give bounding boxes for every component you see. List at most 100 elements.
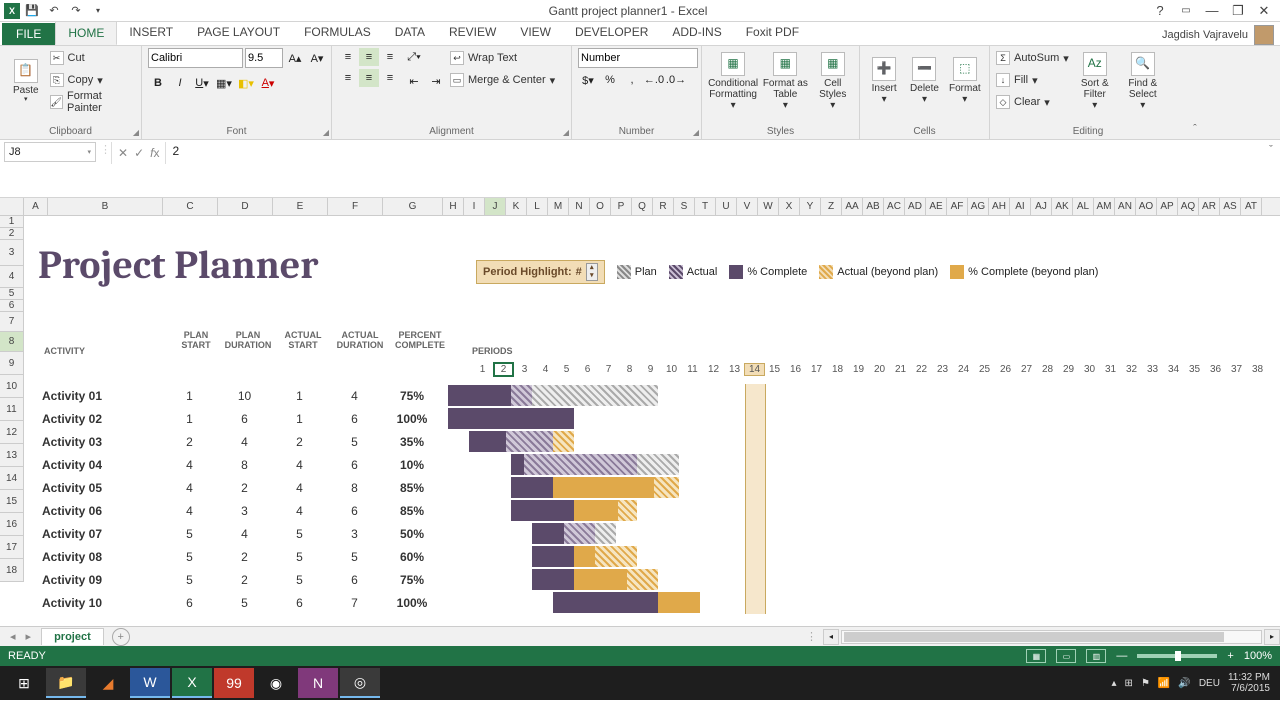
tab-add-ins[interactable]: ADD-INS: [660, 21, 733, 45]
period-header-20[interactable]: 20: [869, 364, 890, 375]
period-header-36[interactable]: 36: [1205, 364, 1226, 375]
period-header-23[interactable]: 23: [932, 364, 953, 375]
col-header-Q[interactable]: Q: [632, 198, 653, 215]
period-header-10[interactable]: 10: [661, 364, 682, 375]
col-header-AS[interactable]: AS: [1220, 198, 1241, 215]
select-all-corner[interactable]: [0, 198, 24, 215]
period-header-17[interactable]: 17: [806, 364, 827, 375]
col-header-M[interactable]: M: [548, 198, 569, 215]
row-header-7[interactable]: 7: [0, 312, 24, 332]
row-header-1[interactable]: 1: [0, 216, 24, 228]
avatar[interactable]: [1254, 25, 1274, 45]
row-header-16[interactable]: 16: [0, 513, 24, 536]
percent-complete-cell[interactable]: 75%: [382, 389, 442, 403]
tab-file[interactable]: FILE: [2, 23, 55, 45]
enter-formula-icon[interactable]: ✓: [134, 146, 144, 160]
row-header-5[interactable]: 5: [0, 288, 24, 300]
fill-button[interactable]: ↓Fill ▾: [996, 70, 1069, 90]
restore-icon[interactable]: ❐: [1228, 2, 1248, 20]
zoom-in-icon[interactable]: +: [1227, 650, 1233, 662]
plan-start-cell[interactable]: 4: [162, 481, 217, 495]
col-header-AO[interactable]: AO: [1136, 198, 1157, 215]
plan-start-cell[interactable]: 4: [162, 458, 217, 472]
delete-cells-button[interactable]: ➖Delete▾: [906, 48, 942, 114]
period-header-34[interactable]: 34: [1163, 364, 1184, 375]
col-header-AL[interactable]: AL: [1073, 198, 1094, 215]
col-header-P[interactable]: P: [611, 198, 632, 215]
taskbar-word-icon[interactable]: W: [130, 668, 170, 698]
tab-foxit-pdf[interactable]: Foxit PDF: [734, 21, 811, 45]
row-header-4[interactable]: 4: [0, 266, 24, 288]
tray-language[interactable]: DEU: [1199, 678, 1220, 689]
conditional-formatting-button[interactable]: ▦Conditional Formatting▾: [708, 48, 758, 114]
align-top-button[interactable]: ≡: [338, 48, 358, 66]
period-header-16[interactable]: 16: [785, 364, 806, 375]
percent-button[interactable]: %: [600, 71, 620, 89]
sheet-tab-project[interactable]: project: [41, 628, 104, 645]
close-icon[interactable]: ✕: [1254, 2, 1274, 20]
align-bottom-button[interactable]: ≡: [380, 48, 400, 66]
period-header-26[interactable]: 26: [995, 364, 1016, 375]
font-launcher-icon[interactable]: ◢: [323, 128, 329, 137]
actual-start-cell[interactable]: 1: [272, 389, 327, 403]
bold-button[interactable]: B: [148, 74, 168, 92]
find-select-button[interactable]: 🔍Find & Select▾: [1121, 48, 1165, 114]
period-header-27[interactable]: 27: [1016, 364, 1037, 375]
col-header-AE[interactable]: AE: [926, 198, 947, 215]
grow-font-icon[interactable]: A▴: [285, 49, 305, 67]
tab-formulas[interactable]: FORMULAS: [292, 21, 383, 45]
col-header-Z[interactable]: Z: [821, 198, 842, 215]
period-header-8[interactable]: 8: [619, 364, 640, 375]
zoom-slider[interactable]: [1137, 654, 1217, 658]
plan-start-cell[interactable]: 1: [162, 412, 217, 426]
border-button[interactable]: ▦▾: [214, 74, 234, 92]
tab-home[interactable]: HOME: [55, 21, 117, 45]
tab-review[interactable]: REVIEW: [437, 21, 508, 45]
percent-complete-cell[interactable]: 75%: [382, 573, 442, 587]
copy-button[interactable]: ⎘Copy ▾: [50, 70, 135, 90]
period-header-1[interactable]: 1: [472, 364, 493, 375]
row-header-12[interactable]: 12: [0, 421, 24, 444]
plan-start-cell[interactable]: 5: [162, 573, 217, 587]
activity-name[interactable]: Activity 07: [24, 527, 162, 541]
col-header-T[interactable]: T: [695, 198, 716, 215]
col-header-S[interactable]: S: [674, 198, 695, 215]
period-header-4[interactable]: 4: [535, 364, 556, 375]
taskbar-obs-icon[interactable]: ◎: [340, 668, 380, 698]
hscroll-right-icon[interactable]: ▸: [1264, 629, 1280, 645]
period-header-6[interactable]: 6: [577, 364, 598, 375]
period-header-32[interactable]: 32: [1121, 364, 1142, 375]
actual-start-cell[interactable]: 1: [272, 412, 327, 426]
plan-duration-cell[interactable]: 4: [217, 435, 272, 449]
row-header-14[interactable]: 14: [0, 467, 24, 490]
col-header-AM[interactable]: AM: [1094, 198, 1115, 215]
percent-complete-cell[interactable]: 85%: [382, 504, 442, 518]
view-normal-icon[interactable]: ▦: [1026, 649, 1046, 663]
sort-filter-button[interactable]: AᴢSort & Filter▾: [1073, 48, 1117, 114]
col-header-F[interactable]: F: [328, 198, 383, 215]
add-sheet-button[interactable]: +: [112, 628, 130, 646]
col-header-AQ[interactable]: AQ: [1178, 198, 1199, 215]
plan-duration-cell[interactable]: 6: [217, 412, 272, 426]
formula-input[interactable]: 2: [166, 140, 1262, 197]
plan-duration-cell[interactable]: 10: [217, 389, 272, 403]
col-header-AJ[interactable]: AJ: [1031, 198, 1052, 215]
plan-duration-cell[interactable]: 3: [217, 504, 272, 518]
currency-button[interactable]: $▾: [578, 71, 598, 89]
plan-duration-cell[interactable]: 2: [217, 573, 272, 587]
taskbar-onenote-icon[interactable]: N: [298, 668, 338, 698]
sheet-nav-prev-icon[interactable]: ◂: [10, 630, 16, 643]
col-header-B[interactable]: B: [48, 198, 163, 215]
font-name-select[interactable]: [148, 48, 243, 68]
plan-start-cell[interactable]: 2: [162, 435, 217, 449]
col-header-D[interactable]: D: [218, 198, 273, 215]
period-header-22[interactable]: 22: [911, 364, 932, 375]
cell-styles-button[interactable]: ▦Cell Styles▾: [812, 48, 853, 114]
plan-duration-cell[interactable]: 5: [217, 596, 272, 610]
expand-formula-bar-icon[interactable]: ˇ: [1262, 140, 1280, 156]
tray-clock[interactable]: 11:32 PM 7/6/2015: [1228, 672, 1270, 694]
actual-start-cell[interactable]: 5: [272, 550, 327, 564]
col-header-A[interactable]: A: [24, 198, 48, 215]
align-left-button[interactable]: ≡: [338, 69, 358, 87]
row-header-10[interactable]: 10: [0, 375, 24, 398]
